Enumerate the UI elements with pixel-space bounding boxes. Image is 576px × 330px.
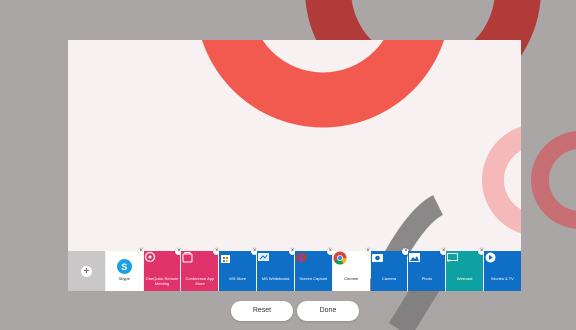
- movies-tv-icon: [485, 252, 510, 274]
- plus-icon: +: [80, 265, 92, 277]
- app-label: Conference App Store: [185, 276, 215, 286]
- app-label: Photo: [421, 276, 433, 281]
- app-tile-camera[interactable]: Camera ×: [370, 248, 410, 291]
- app-dock: + S Skype × OneQuick Remote Meeting × Co…: [68, 248, 521, 291]
- ms-store-icon: [221, 255, 245, 274]
- app-tile-onequick-remote-meeting[interactable]: OneQuick Remote Meeting ×: [143, 248, 183, 291]
- app-tile-screen-capture[interactable]: Screen Capture ×: [294, 248, 334, 291]
- app-label: Movies & TV: [491, 276, 514, 281]
- wirecast-icon: [447, 253, 472, 274]
- app-tile-ms-whiteboard[interactable]: MS Whiteboard ×: [257, 248, 296, 291]
- app-tile-wirecast[interactable]: Wirecast ×: [446, 248, 486, 291]
- add-app-button[interactable]: +: [68, 251, 105, 291]
- photo-icon: [409, 253, 434, 274]
- done-button[interactable]: Done: [297, 301, 359, 321]
- wallpaper-preview: + S Skype × OneQuick Remote Meeting × Co…: [68, 40, 521, 291]
- app-label: Skype: [118, 276, 130, 281]
- reset-button[interactable]: Reset: [231, 301, 293, 321]
- camera-icon: [371, 254, 397, 274]
- chrome-icon: [333, 251, 359, 274]
- app-label: Camera: [381, 276, 397, 281]
- app-tile-conference-app-store[interactable]: Conference App Store ×: [181, 248, 221, 291]
- app-tile-photo[interactable]: Photo ×: [408, 248, 448, 291]
- app-label: Wirecast: [456, 276, 473, 281]
- app-tile-chrome[interactable]: Chrome ×: [332, 248, 372, 291]
- app-tile-ms-store[interactable]: MS Store ×: [219, 248, 259, 291]
- app-tile-skype[interactable]: S Skype ×: [105, 248, 145, 291]
- screen-capture-icon: [296, 252, 321, 274]
- app-label: OneQuick Remote Meeting: [145, 276, 179, 286]
- app-tile-movies-tv[interactable]: Movies & TV: [484, 251, 521, 291]
- whiteboard-icon: [258, 253, 283, 274]
- app-label: MS Whiteboard: [261, 276, 290, 281]
- app-label: Chrome: [344, 276, 359, 281]
- app-label: Screen Capture: [299, 276, 328, 281]
- remote-meeting-icon: [144, 251, 170, 274]
- app-label: MS Store: [229, 276, 247, 281]
- app-store-icon: [182, 252, 207, 274]
- skype-icon: S: [116, 259, 132, 274]
